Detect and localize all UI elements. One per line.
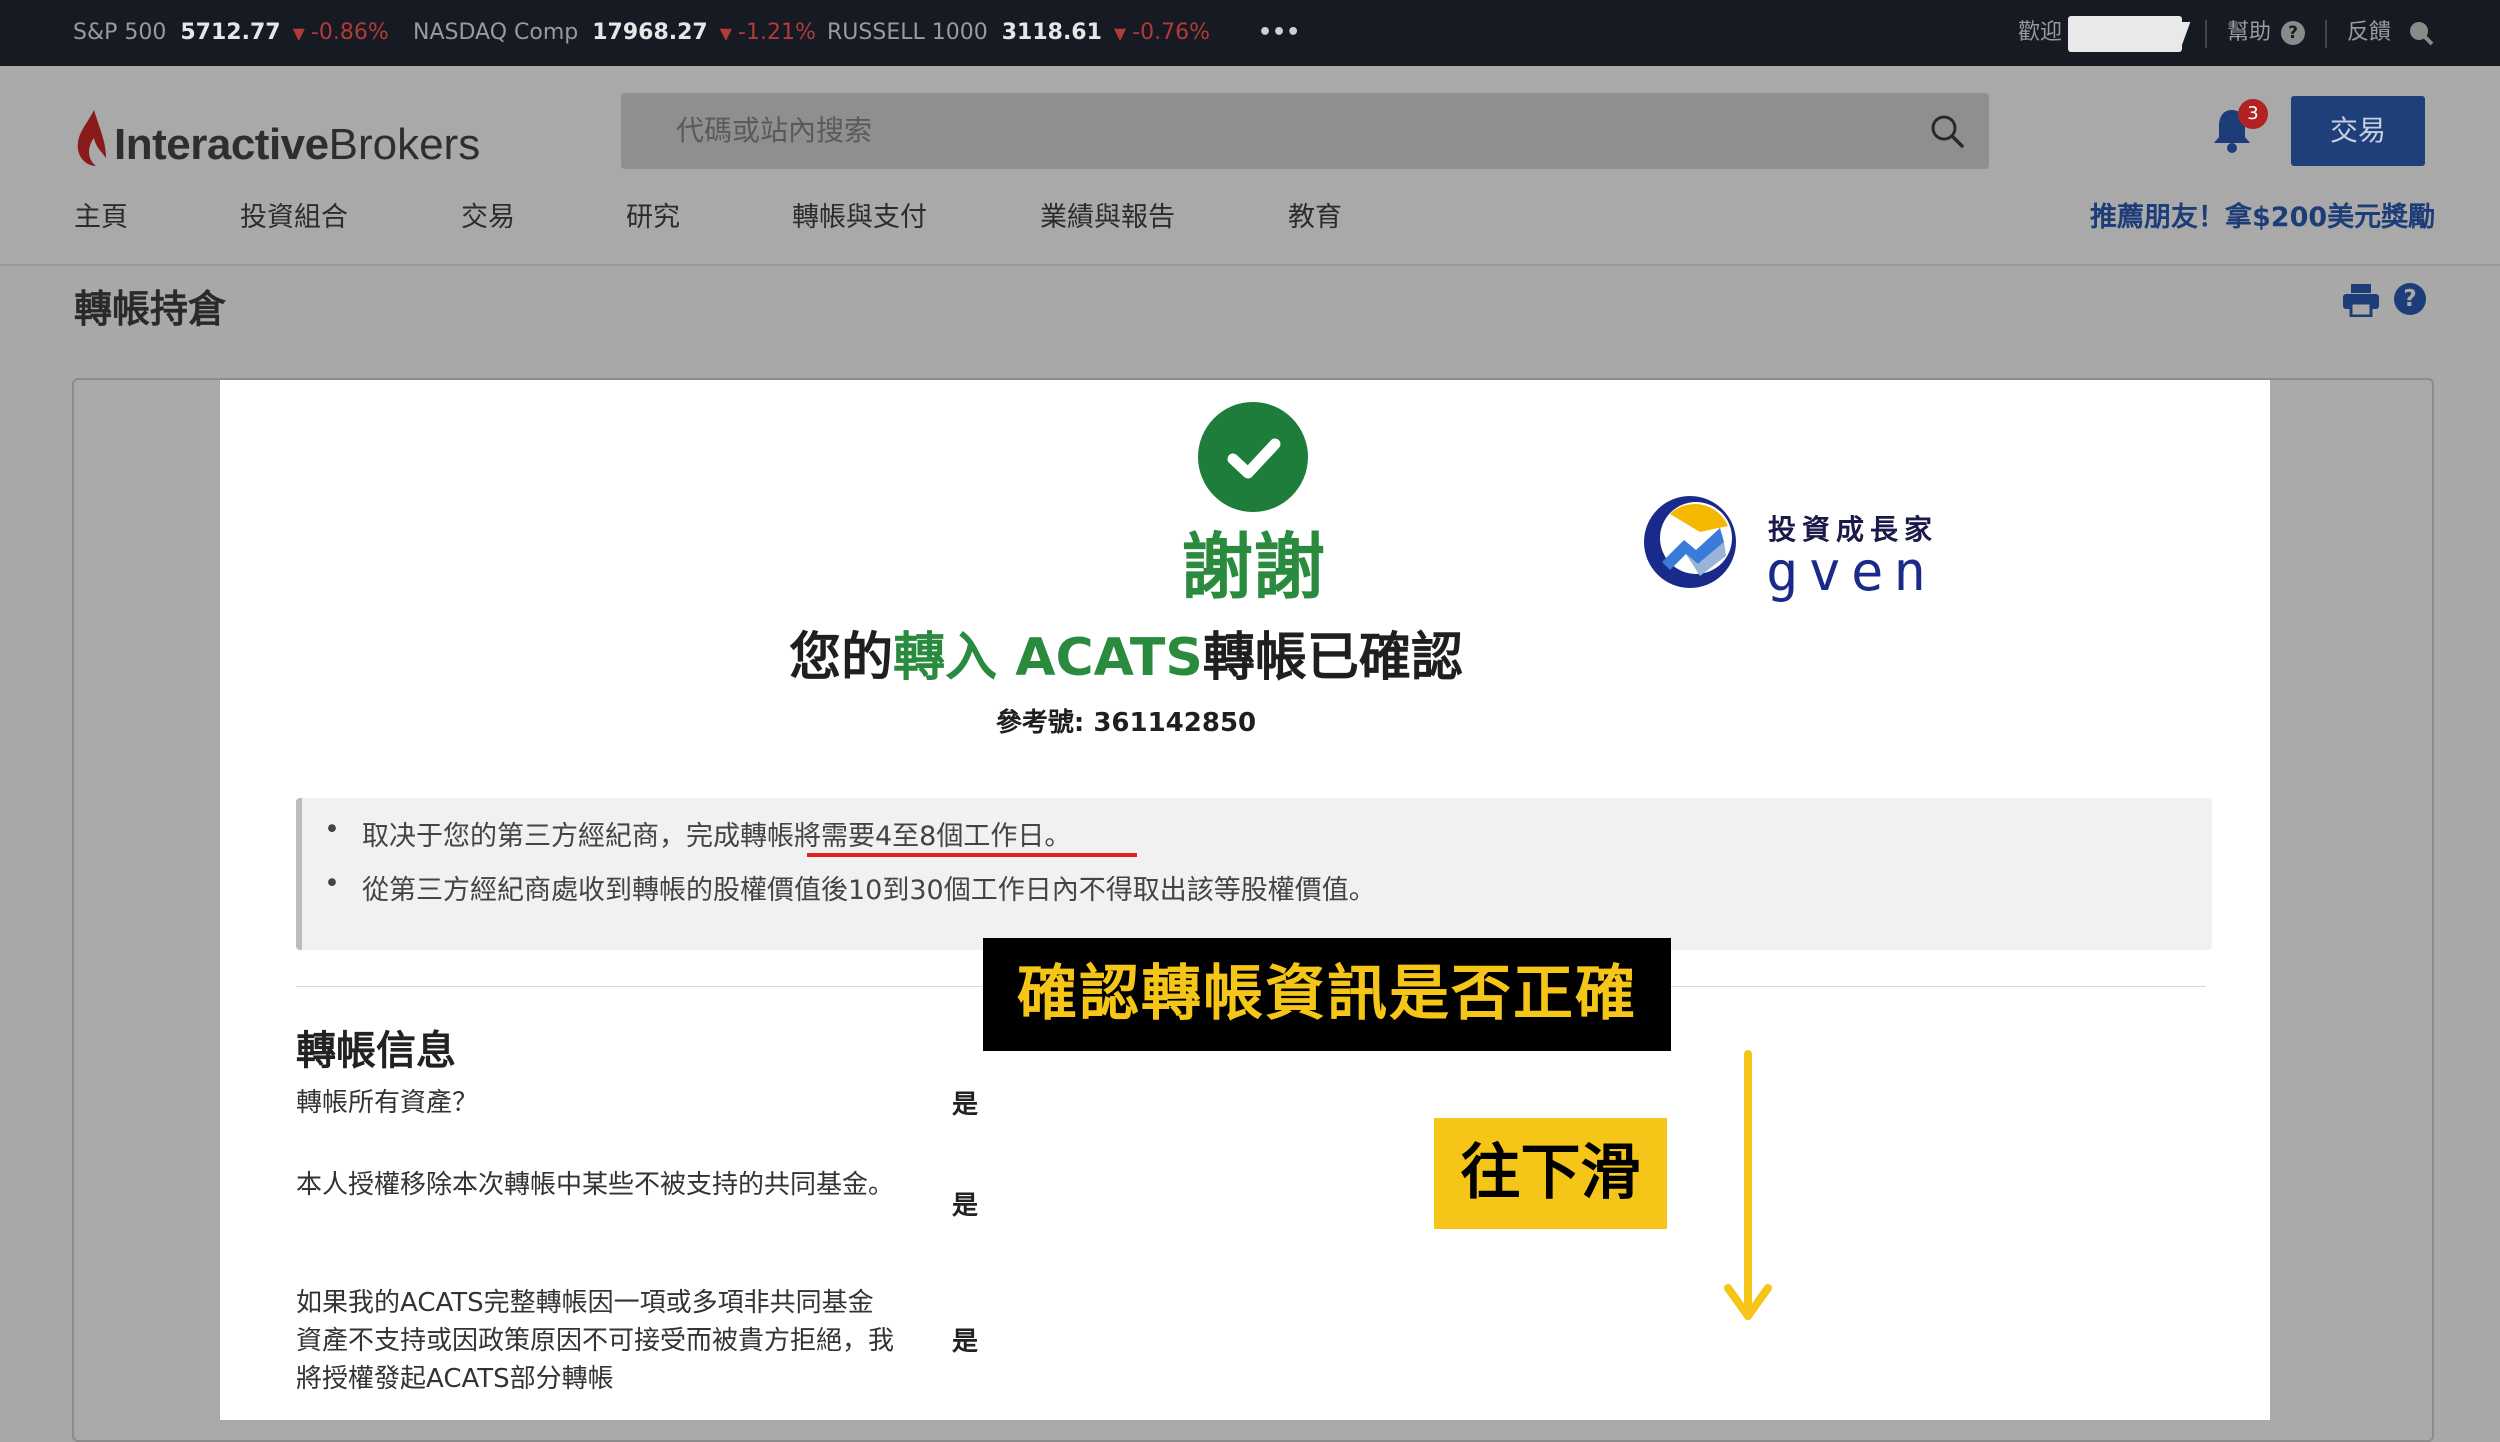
callout-scroll-down: 往下滑: [1434, 1118, 1667, 1229]
ib-flame-icon: [77, 110, 106, 166]
down-triangle-icon: ▼: [292, 24, 305, 43]
notification-count-badge: 3: [2238, 99, 2268, 129]
down-triangle-icon: ▼: [719, 24, 733, 43]
transfer-notes-box: • 取决于您的第三方經紀商，完成轉帳將需要4至8個工作日。 • 從第三方經紀商處收到…: [296, 798, 2212, 950]
gven-brand-logo-icon: [1644, 496, 1736, 588]
callout-scroll-text: 往下滑: [1460, 1138, 1641, 1208]
success-check-icon: [1198, 402, 1308, 512]
confirmation-suffix: 轉帳已確認: [1202, 628, 1463, 688]
feedback-label: 反饋: [2347, 20, 2392, 45]
search-input[interactable]: 代碼或站內搜索: [621, 93, 1989, 169]
ticker-change-text: -0.76%: [1132, 20, 1211, 45]
reference-number: 參考號: 361142850: [220, 702, 2032, 739]
confirmation-heading: 您的轉入 ACATS轉帳已確認: [220, 615, 2032, 690]
bullet: •: [324, 814, 340, 845]
help-link[interactable]: 幫助?: [2227, 0, 2306, 66]
transfer-info-title: 轉帳信息: [296, 1028, 456, 1074]
highlight-underline: [807, 853, 1137, 857]
confirmation-type: 轉入 ACATS: [893, 628, 1203, 688]
ticker-value: 3118.61: [1001, 20, 1102, 45]
search-placeholder: 代碼或站內搜索: [676, 114, 873, 147]
confirmation-panel: 謝謝 您的轉入 ACATS轉帳已確認 參考號: 361142850 投資成長家 …: [220, 380, 2270, 1420]
welcome-label: 歡迎: [2018, 20, 2063, 45]
market-ticker-bar: S&P 500 5712.77 ▼ -0.86% NASDAQ Comp 17968.2…: [0, 0, 2500, 66]
nav-item-education[interactable]: 教育: [1288, 195, 1342, 234]
nav-item-portfolio[interactable]: 投資組合: [240, 195, 348, 234]
reference-value: 361142850: [1093, 708, 1257, 738]
nav-item-trade[interactable]: 交易: [461, 195, 515, 234]
thanks-heading: 謝謝: [1180, 525, 1325, 609]
down-arrow-icon: [1724, 1050, 1772, 1320]
confirmation-prefix: 您的: [789, 628, 894, 688]
ticker-change: ▼ -0.76%: [1114, 20, 1210, 45]
note-text: 取决于您的第三方經紀商，完成轉帳將需要4至8個工作日。: [362, 821, 1072, 852]
username-masked: [2068, 16, 2182, 52]
ticker-more-button[interactable]: •••: [1258, 0, 1300, 66]
ticker-name: NASDAQ Comp: [413, 20, 579, 45]
help-icon[interactable]: ?: [2394, 283, 2426, 315]
transfer-info-question: 轉帳所有資產？: [296, 1088, 479, 1118]
checkmark-icon: [1227, 438, 1281, 479]
transfer-info-answer: 是: [952, 1327, 979, 1357]
logo-text-bold: Interactive: [114, 120, 329, 169]
question-icon: ?: [2281, 21, 2306, 45]
ticker-change: ▼ -1.21%: [720, 20, 816, 45]
feedback-link[interactable]: 反饋: [2347, 0, 2434, 66]
nav-item-research[interactable]: 研究: [626, 195, 680, 234]
transfer-info-answer: 是: [952, 1191, 979, 1221]
nav-item-performance-reports[interactable]: 業績與報告: [1040, 195, 1175, 234]
callout-verify-info: 確認轉帳資訊是否正確: [983, 938, 1671, 1051]
transfer-info-question: 本人授權移除本次轉帳中某些不被支持的共同基金。: [296, 1170, 895, 1200]
callout-verify-text: 確認轉帳資訊是否正確: [1017, 959, 1637, 1029]
logo-text-regular: Brokers: [328, 120, 481, 169]
divider: [2205, 20, 2207, 48]
bullet: •: [324, 868, 340, 899]
note-text: 從第三方經紀商處收到轉帳的股權價值後10到30個工作日內不得取出該等股權價值。: [362, 875, 1376, 906]
transfer-info-answer: 是: [952, 1090, 979, 1120]
feedback-search-icon: [2410, 22, 2434, 46]
divider: [2325, 20, 2327, 48]
referral-link[interactable]: 推薦朋友！拿$200美元獎勵: [2090, 195, 2435, 234]
help-label: 幫助: [2227, 20, 2272, 45]
nav-item-transfer-pay[interactable]: 轉帳與支付: [792, 195, 927, 234]
page-title: 轉帳持倉: [74, 287, 227, 331]
ticker-value: 17968.27: [592, 20, 708, 45]
brand-wordmark: GVEN: [1766, 540, 1937, 603]
search-icon[interactable]: [1929, 113, 1965, 149]
ticker-change-text: -0.86%: [310, 20, 389, 45]
ticker-name: S&P 500: [73, 20, 167, 45]
down-triangle-icon: ▼: [1113, 24, 1127, 43]
ticker-change-text: -1.21%: [738, 20, 816, 45]
note-item: • 取决于您的第三方經紀商，完成轉帳將需要4至8個工作日。: [324, 814, 1072, 853]
ticker-name: RUSSELL 1000: [827, 20, 988, 45]
ticker-value: 5712.77: [180, 20, 281, 45]
print-icon[interactable]: [2342, 283, 2380, 317]
ticker-item-nasdaq[interactable]: NASDAQ Comp 17968.27 ▼ -1.21%: [413, 0, 816, 66]
trade-button[interactable]: 交易: [2291, 96, 2425, 166]
ticker-item-sp500[interactable]: S&P 500 5712.77 ▼ -0.86%: [73, 0, 389, 66]
reference-label: 參考號:: [995, 708, 1094, 738]
transfer-info-question: 如果我的ACATS完整轉帳因一項或多項非共同基金資產不支持或因政策原因不可接受而…: [296, 1288, 895, 1394]
ticker-change: ▼ -0.86%: [293, 20, 389, 45]
note-item: • 從第三方經紀商處收到轉帳的股權價值後10到30個工作日內不得取出該等股權價值。: [324, 868, 1376, 907]
nav-item-home[interactable]: 主頁: [74, 195, 128, 234]
ticker-item-russell[interactable]: RUSSELL 1000 3118.61 ▼ -0.76%: [827, 0, 1210, 66]
